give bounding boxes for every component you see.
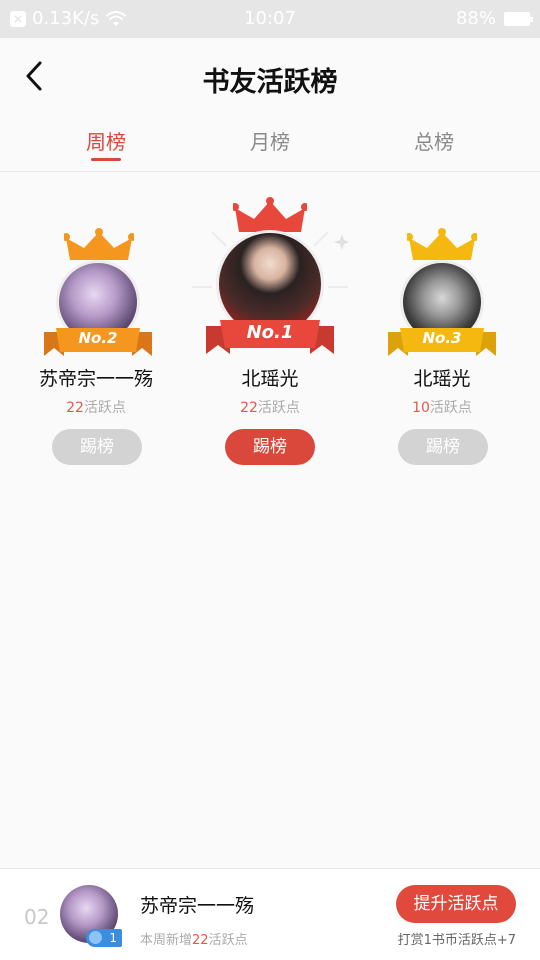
battery-icon [504, 11, 533, 26]
weekly-gain-prefix: 本周新增 [140, 933, 193, 948]
tab-total[interactable]: 总榜 [384, 126, 484, 155]
my-user-name: 苏帝宗一一殇 [140, 895, 255, 917]
weekly-gain-suffix: 活跃点 [208, 933, 248, 948]
tab-monthly[interactable]: 月榜 [220, 126, 320, 155]
points-unit: 活跃点 [429, 400, 472, 416]
user-name: 北瑶光 [413, 368, 471, 390]
level-value: 1 [109, 931, 117, 945]
boost-points-button[interactable]: 提升活跃点 [396, 885, 516, 923]
tab-bar: 周榜 月榜 总榜 [0, 114, 540, 172]
rank-label: No.1 [246, 322, 294, 343]
page-title: 书友活跃榜 [202, 67, 338, 98]
kick-button[interactable]: 踢榜 [225, 429, 315, 465]
tab-weekly[interactable]: 周榜 [56, 126, 156, 155]
podium-first: No.1 北瑶光 22活跃点 踢榜 [180, 172, 360, 482]
weekly-gain-text: 本周新增22活跃点 [140, 929, 248, 948]
header: 书友活跃榜 [0, 38, 540, 114]
kick-button[interactable]: 踢榜 [52, 429, 142, 465]
active-points: 22活跃点 [180, 397, 360, 417]
points-unit: 活跃点 [257, 400, 300, 416]
podium: No.2 苏帝宗一一殇 22活跃点 踢榜 No.1 北瑶光 22活跃点 踢榜 N… [0, 172, 540, 492]
level-badge: 1 [86, 929, 122, 947]
reward-note: 打赏1书币活跃点+7 [397, 933, 516, 948]
points-value: 22 [66, 400, 84, 416]
active-points: 10活跃点 [352, 397, 532, 417]
user-name: 苏帝宗一一殇 [38, 368, 153, 390]
points-value: 10 [412, 400, 430, 416]
water-drop-icon [89, 931, 102, 944]
crown-icon [64, 228, 134, 260]
battery-percent: 88% [455, 8, 496, 29]
points-value: 22 [240, 400, 258, 416]
rank-label: No.3 [422, 329, 462, 347]
rank-label: No.2 [78, 329, 118, 347]
crown-icon [407, 228, 477, 260]
status-bar: × 0.13K/s 10:07 88% [0, 0, 540, 38]
user-name: 北瑶光 [241, 368, 299, 390]
my-ranking-bar: 02 1 苏帝宗一一殇 本周新增22活跃点 提升活跃点 打赏1书币活跃点+7 [0, 868, 540, 960]
kick-button[interactable]: 踢榜 [398, 429, 488, 465]
points-unit: 活跃点 [83, 400, 126, 416]
podium-second: No.2 苏帝宗一一殇 22活跃点 踢榜 [6, 172, 186, 482]
active-points: 22活跃点 [6, 397, 186, 417]
my-rank-number: 02 [24, 905, 50, 929]
status-right: 88% [455, 8, 533, 29]
tab-active-indicator [91, 158, 121, 161]
weekly-gain-points: 22 [192, 933, 209, 948]
podium-third: No.3 北瑶光 10活跃点 踢榜 [352, 172, 532, 482]
